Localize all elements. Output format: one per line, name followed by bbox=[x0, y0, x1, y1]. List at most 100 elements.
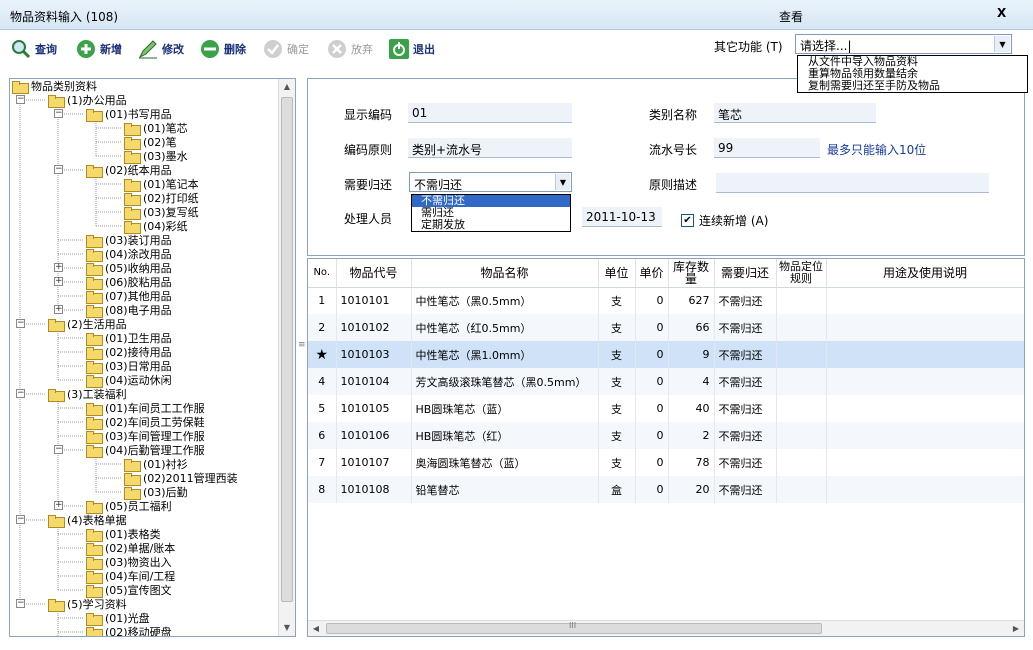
cell-code[interactable]: 1010101 bbox=[336, 287, 412, 314]
cell-empty[interactable] bbox=[826, 395, 1024, 422]
panel-splitter[interactable]: ≡ bbox=[298, 78, 306, 637]
code-rule-field[interactable]: 类别+流水号 bbox=[408, 138, 572, 158]
cell-unit[interactable]: 支 bbox=[598, 368, 636, 395]
tree-scrollbar[interactable]: ▲ ▼ bbox=[278, 79, 295, 636]
cell-price[interactable]: 0 bbox=[635, 314, 669, 341]
cell-empty[interactable] bbox=[826, 287, 1024, 314]
query-button[interactable]: 查询 bbox=[10, 36, 57, 62]
table-row[interactable]: 7 1010107 奥海圆珠笔替芯（蓝）支 0 78 不需归还 bbox=[308, 449, 1024, 476]
cell-empty[interactable] bbox=[776, 368, 827, 395]
cell-ret[interactable]: 不需归还 bbox=[714, 341, 777, 368]
tree-item[interactable]: (03)复写纸 bbox=[124, 205, 199, 220]
cell-price[interactable]: 0 bbox=[635, 449, 669, 476]
tree-item[interactable]: (02)车间员工劳保鞋 bbox=[86, 415, 205, 430]
cell-empty[interactable] bbox=[776, 395, 827, 422]
need-return-option[interactable]: 定期发放 bbox=[412, 219, 570, 231]
scroll-thumb[interactable] bbox=[281, 97, 293, 602]
cell-stock[interactable]: 627 bbox=[668, 287, 715, 314]
column-header[interactable]: 单价 bbox=[635, 259, 669, 288]
scroll-thumb[interactable]: III bbox=[326, 621, 822, 634]
cell-empty[interactable] bbox=[826, 449, 1024, 476]
cell-code[interactable]: 1010104 bbox=[336, 368, 412, 395]
discard-button[interactable]: 放弃 bbox=[326, 36, 373, 62]
cell-unit[interactable]: 支 bbox=[598, 287, 636, 314]
cell-empty[interactable] bbox=[776, 341, 827, 368]
cell-stock[interactable]: 66 bbox=[668, 314, 715, 341]
column-header[interactable]: 物品定位规则 bbox=[776, 259, 827, 288]
cell-name[interactable]: 中性笔芯（红0.5mm） bbox=[411, 314, 599, 341]
cell-ret[interactable]: 不需归还 bbox=[714, 314, 777, 341]
tree-item[interactable]: (03)装订用品 bbox=[86, 233, 172, 248]
tree-item[interactable]: (03)日常用品 bbox=[86, 359, 172, 374]
column-header[interactable]: 物品代号 bbox=[336, 259, 412, 288]
scroll-up-icon[interactable]: ▲ bbox=[279, 79, 295, 95]
tree-item[interactable]: (4)表格单据 bbox=[48, 513, 127, 528]
exit-button[interactable]: 退出 bbox=[388, 36, 435, 62]
cell-price[interactable]: 0 bbox=[635, 476, 669, 503]
collapse-icon[interactable]: − bbox=[16, 515, 25, 524]
date-field[interactable]: 2011-10-13 bbox=[582, 207, 662, 227]
cell-code[interactable]: 1010108 bbox=[336, 476, 412, 503]
tree-item[interactable]: (03)墨水 bbox=[124, 149, 188, 164]
cell-stock[interactable]: 9 bbox=[668, 341, 715, 368]
tree-item[interactable]: (04)运动休闲 bbox=[86, 373, 172, 388]
delete-button[interactable]: 删除 bbox=[199, 36, 246, 62]
tree-item[interactable]: (03)后勤 bbox=[124, 485, 188, 500]
tree-item[interactable]: (04)后勤管理工作服 bbox=[86, 443, 205, 458]
cell-unit[interactable]: 支 bbox=[598, 449, 636, 476]
tree-item[interactable]: (02)移动硬盘 bbox=[86, 625, 172, 636]
cell-stock[interactable]: 4 bbox=[668, 368, 715, 395]
cell-name[interactable]: 中性笔芯（黑1.0mm） bbox=[411, 341, 599, 368]
cell-code[interactable]: 1010106 bbox=[336, 422, 412, 449]
cell-unit[interactable]: 支 bbox=[598, 314, 636, 341]
add-button[interactable]: 新增 bbox=[75, 36, 122, 62]
cell-ret[interactable]: 不需归还 bbox=[714, 368, 777, 395]
cell-stock[interactable]: 20 bbox=[668, 476, 715, 503]
cell-stock[interactable]: 40 bbox=[668, 395, 715, 422]
cell-unit[interactable]: 支 bbox=[598, 395, 636, 422]
cell-empty[interactable] bbox=[776, 287, 827, 314]
tree-item[interactable]: (02)单据/账本 bbox=[86, 541, 175, 556]
other-option[interactable]: 复制需要归还至手防及物品 bbox=[798, 80, 1027, 92]
tree-item[interactable]: (05)收纳用品 bbox=[86, 261, 172, 276]
confirm-button[interactable]: 确定 bbox=[262, 36, 309, 62]
cell-empty[interactable] bbox=[776, 449, 827, 476]
edit-button[interactable]: 修改 bbox=[137, 36, 184, 62]
tree-item[interactable]: (07)其他用品 bbox=[86, 289, 172, 304]
cell-name[interactable]: 芳文高级滚珠笔替芯（黑0.5mm） bbox=[411, 368, 599, 395]
cell-no[interactable]: 8 bbox=[308, 476, 337, 503]
tree-item[interactable]: (04)彩纸 bbox=[124, 219, 188, 234]
scroll-down-icon[interactable]: ▼ bbox=[279, 620, 295, 636]
checkbox-checked-icon[interactable]: ✔ bbox=[681, 214, 694, 227]
cell-no[interactable]: 1 bbox=[308, 287, 337, 314]
tree-item[interactable]: (2)生活用品 bbox=[48, 317, 127, 332]
column-header[interactable]: 单位 bbox=[598, 259, 636, 288]
tree-item[interactable]: (3)工装福利 bbox=[48, 387, 127, 402]
cell-stock[interactable]: 2 bbox=[668, 422, 715, 449]
column-header[interactable]: 用途及使用说明 bbox=[826, 259, 1024, 288]
cell-price[interactable]: 0 bbox=[635, 395, 669, 422]
tree-item[interactable]: (04)车间/工程 bbox=[86, 569, 175, 584]
tree-item[interactable]: (01)车间员工工作服 bbox=[86, 401, 205, 416]
cell-empty[interactable] bbox=[826, 422, 1024, 449]
cell-name[interactable]: HB圆珠笔芯（蓝） bbox=[411, 395, 599, 422]
cell-empty[interactable] bbox=[826, 368, 1024, 395]
close-button[interactable]: X bbox=[997, 6, 1006, 20]
collapse-icon[interactable]: − bbox=[54, 445, 63, 454]
table-row[interactable]: 5 1010105 HB圆珠笔芯（蓝）支 0 40 不需归还 bbox=[308, 395, 1024, 422]
scroll-right-icon[interactable]: ▶ bbox=[1008, 621, 1024, 636]
cell-empty[interactable] bbox=[826, 314, 1024, 341]
cell-no[interactable]: ★ bbox=[308, 341, 337, 368]
table-row[interactable]: ★ 1010103 中性笔芯（黑1.0mm）支 0 9 不需归还 bbox=[308, 341, 1024, 368]
cell-ret[interactable]: 不需归还 bbox=[714, 287, 777, 314]
cell-ret[interactable]: 不需归还 bbox=[714, 395, 777, 422]
rule-desc-field[interactable] bbox=[716, 173, 989, 193]
chevron-down-icon[interactable]: ▼ bbox=[994, 36, 1010, 52]
category-name-field[interactable]: 笔芯 bbox=[714, 103, 876, 123]
tree-item[interactable]: (01)笔记本 bbox=[124, 177, 199, 192]
collapse-icon[interactable]: − bbox=[54, 109, 63, 118]
tree-item[interactable]: (02)纸本用品 bbox=[86, 163, 172, 178]
cell-code[interactable]: 1010103 bbox=[336, 341, 412, 368]
cell-empty[interactable] bbox=[776, 314, 827, 341]
cell-stock[interactable]: 78 bbox=[668, 449, 715, 476]
